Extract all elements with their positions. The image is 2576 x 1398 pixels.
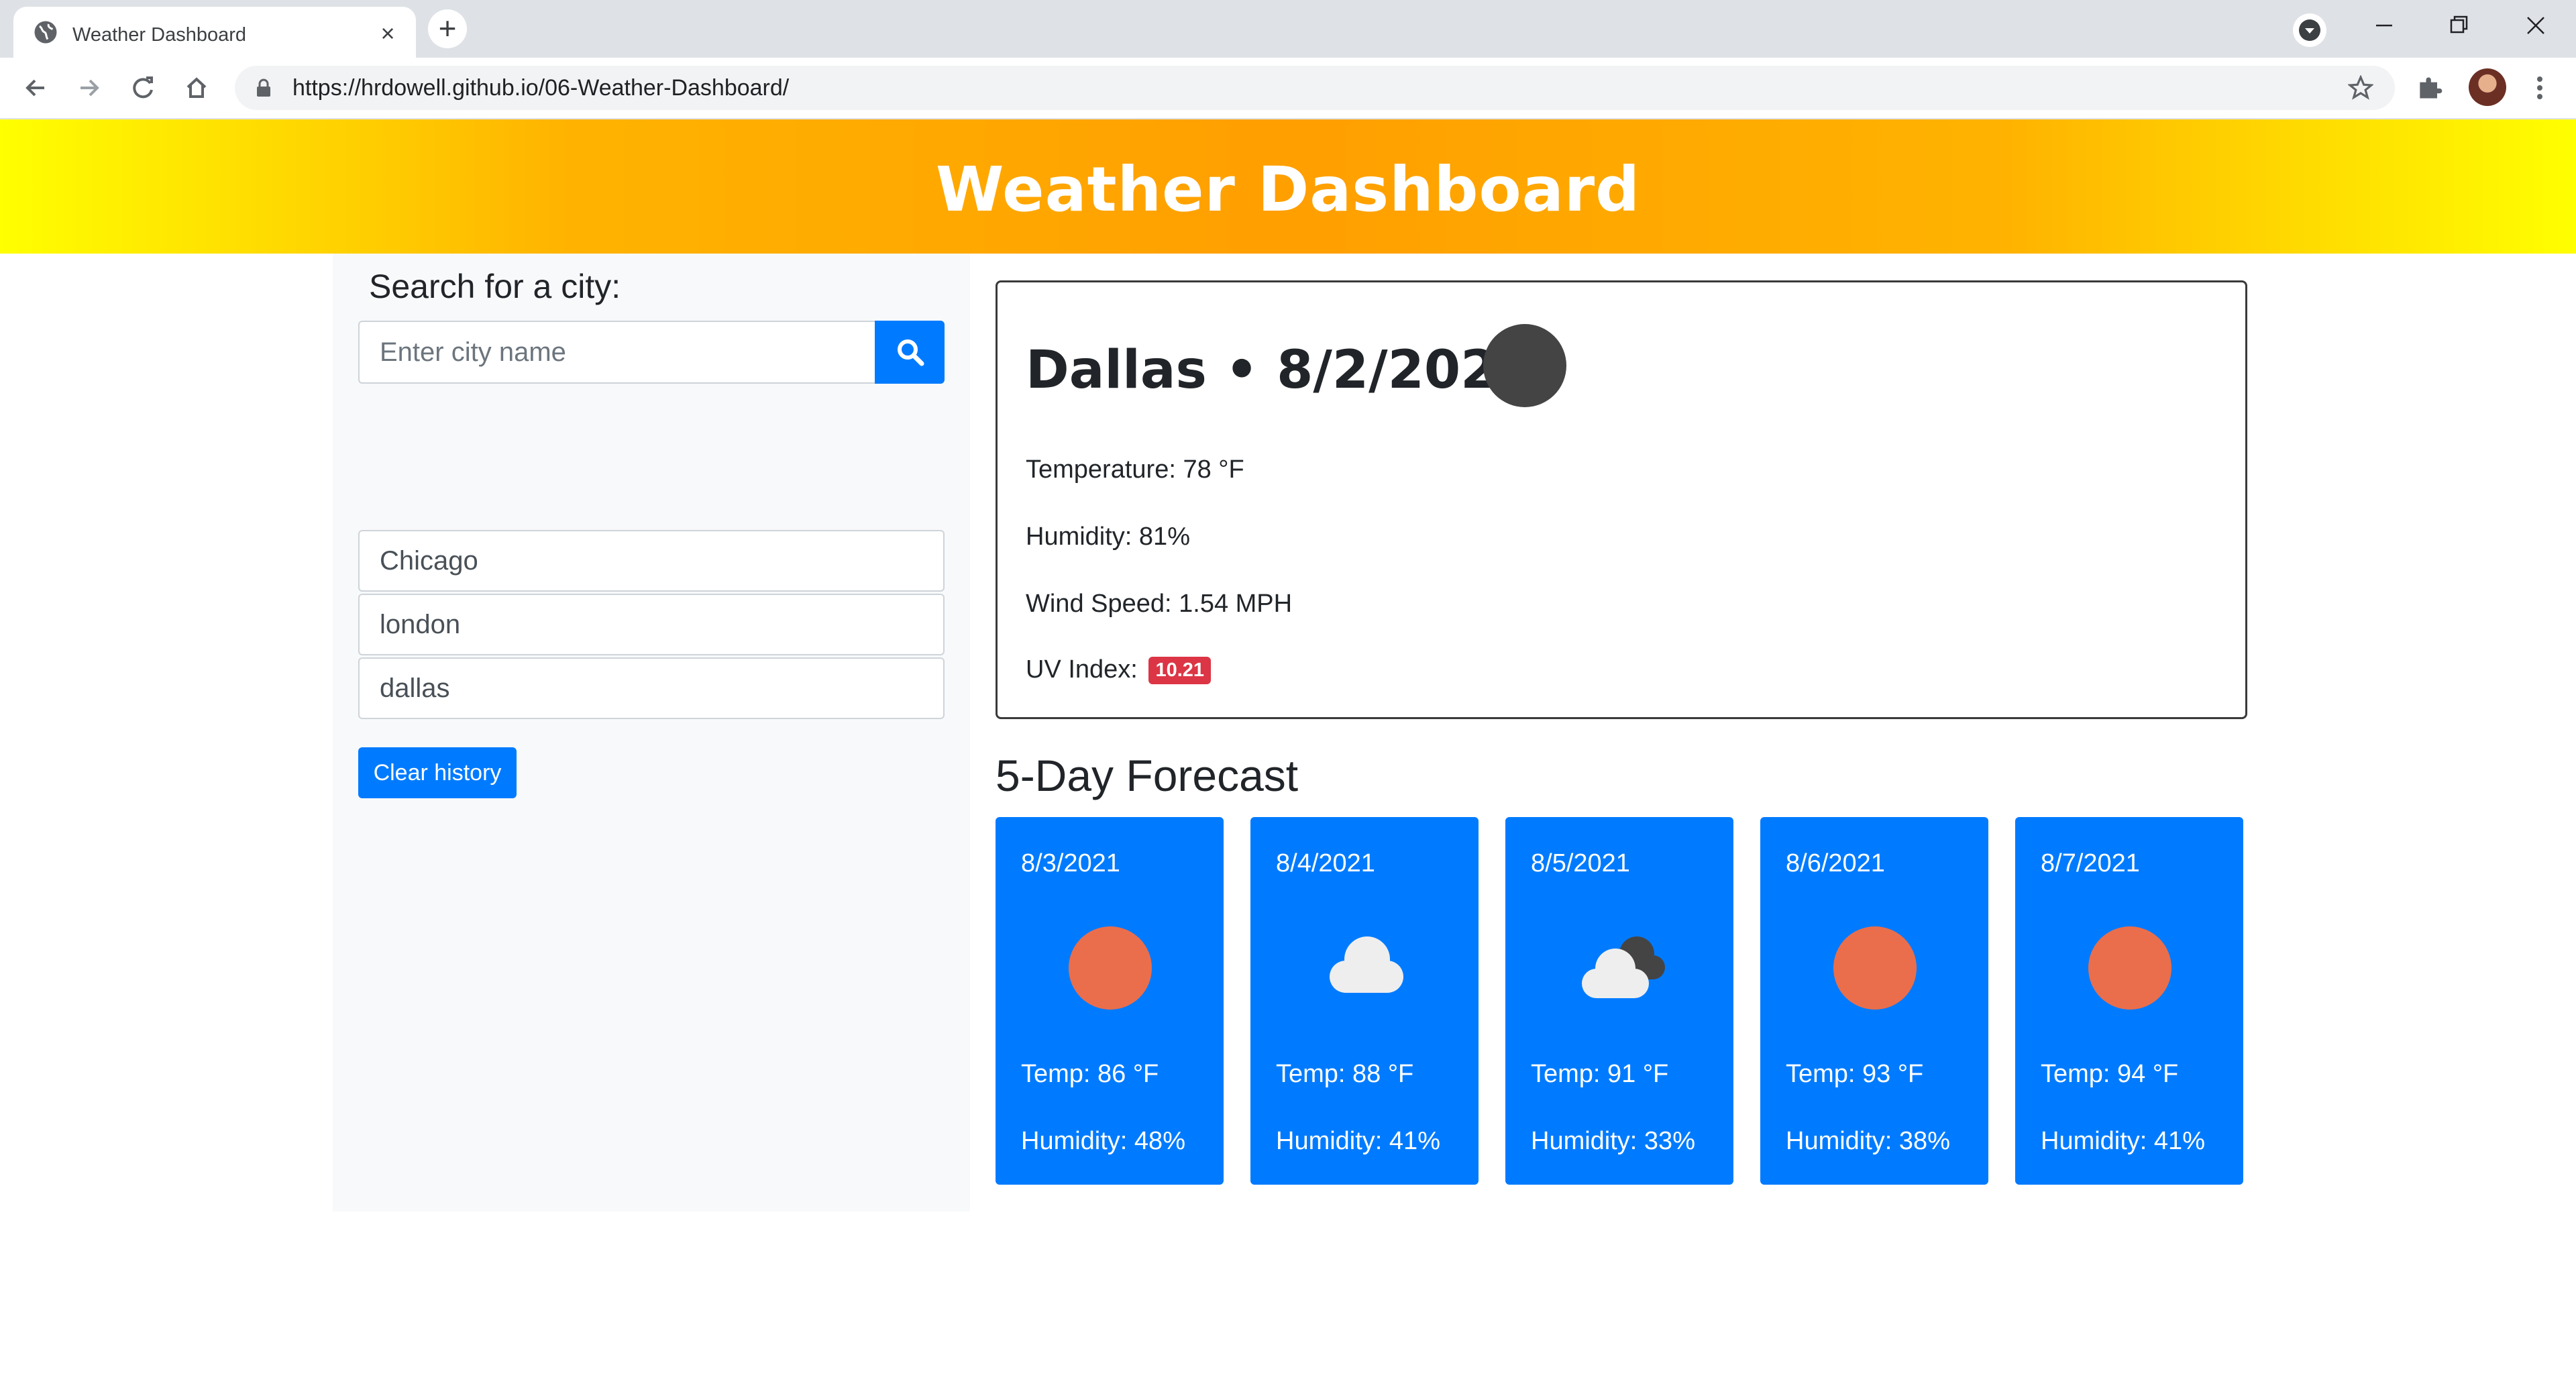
clouds-icon: [1582, 936, 1665, 998]
forecast-temp: Temp: 93 °F: [1786, 1060, 1924, 1088]
browser-titlebar: Weather Dashboard × +: [0, 0, 2576, 58]
sun-icon: [2088, 926, 2171, 1010]
forecast-date: 8/6/2021: [1786, 849, 1885, 877]
home-icon[interactable]: [180, 71, 213, 105]
tab-search-button[interactable]: [2293, 13, 2326, 47]
page-title: Weather Dashboard: [935, 154, 1641, 225]
lock-icon[interactable]: [255, 78, 272, 98]
cloud-icon: [1330, 936, 1403, 993]
tab-close-icon[interactable]: ×: [376, 21, 400, 46]
search-sidebar: Search for a city: Chicago london dallas…: [333, 254, 970, 1212]
forecast-humidity: Humidity: 38%: [1786, 1127, 1950, 1155]
city-search-input[interactable]: [358, 321, 876, 384]
sun-icon: [1833, 926, 1917, 1010]
current-humidity: Humidity: 81%: [1026, 523, 1190, 551]
forecast-humidity: Humidity: 33%: [1531, 1127, 1695, 1155]
url-text[interactable]: https://hrdowell.github.io/06-Weather-Da…: [292, 66, 789, 110]
search-button[interactable]: [875, 321, 945, 384]
restore-icon: [2450, 15, 2468, 34]
bookmark-star-icon[interactable]: [2348, 75, 2373, 101]
heading-separator: •: [1225, 340, 1258, 400]
forecast-card: 8/6/2021 Temp: 93 °F Humidity: 38%: [1760, 817, 1988, 1185]
sun-icon: [1069, 926, 1152, 1010]
forecast-date: 8/5/2021: [1531, 849, 1630, 877]
profile-avatar[interactable]: [2469, 68, 2506, 106]
forecast-date: 8/7/2021: [2041, 849, 2140, 877]
forecast-date: 8/4/2021: [1276, 849, 1375, 877]
history-item-london[interactable]: london: [358, 594, 945, 655]
forecast-card: 8/4/2021 Temp: 88 °F Humidity: 41%: [1250, 817, 1479, 1185]
history-item-dallas[interactable]: dallas: [358, 657, 945, 719]
restore-button[interactable]: [2422, 0, 2496, 51]
forecast-card: 8/5/2021 Temp: 91 °F Humidity: 33%: [1505, 817, 1733, 1185]
chevron-down-icon: [2299, 19, 2320, 41]
new-tab-button[interactable]: +: [428, 9, 467, 48]
forecast-temp: Temp: 88 °F: [1276, 1060, 1414, 1088]
forecast-humidity: Humidity: 41%: [2041, 1127, 2205, 1155]
more-menu-icon[interactable]: [2526, 71, 2553, 105]
page-content: Weather Dashboard Search for a city: Chi…: [0, 119, 2576, 1398]
history-item-chicago[interactable]: Chicago: [358, 530, 945, 592]
close-window-button[interactable]: [2500, 0, 2573, 51]
minimize-icon: [2376, 24, 2392, 27]
forecast-temp: Temp: 94 °F: [2041, 1060, 2179, 1088]
minimize-button[interactable]: [2348, 0, 2422, 51]
uv-label: UV Index:: [1026, 655, 1138, 684]
forward-arrow-icon[interactable]: [72, 71, 106, 105]
reload-icon[interactable]: [126, 71, 160, 105]
dark-moon-icon: [1483, 324, 1566, 407]
forecast-temp: Temp: 86 °F: [1021, 1060, 1159, 1088]
forecast-title: 5-Day Forecast: [996, 751, 1299, 800]
search-icon: [898, 339, 924, 366]
extensions-puzzle-icon[interactable]: [2415, 72, 2445, 102]
current-temperature: Temperature: 78 °F: [1026, 455, 1244, 484]
current-wind-speed: Wind Speed: 1.54 MPH: [1026, 590, 1293, 618]
forecast-humidity: Humidity: 48%: [1021, 1127, 1185, 1155]
globe-icon: [34, 21, 57, 44]
search-label: Search for a city:: [369, 268, 621, 305]
tab-title: Weather Dashboard: [72, 24, 247, 46]
current-weather-card: Dallas • 8/2/2021 Temperature: 78 °F Hum…: [996, 280, 2247, 719]
uv-badge: 10.21: [1148, 657, 1212, 685]
forecast-card: 8/7/2021 Temp: 94 °F Humidity: 41%: [2015, 817, 2243, 1185]
forecast-temp: Temp: 91 °F: [1531, 1060, 1669, 1088]
forecast-date: 8/3/2021: [1021, 849, 1120, 877]
current-uv-index: UV Index: 10.21: [1026, 655, 1212, 685]
browser-toolbar: https://hrdowell.github.io/06-Weather-Da…: [0, 58, 2576, 119]
current-heading: Dallas • 8/2/2021: [1026, 340, 1534, 400]
address-bar[interactable]: https://hrdowell.github.io/06-Weather-Da…: [235, 66, 2395, 110]
clear-history-button[interactable]: Clear history: [358, 747, 517, 798]
back-arrow-icon[interactable]: [19, 71, 52, 105]
forecast-card: 8/3/2021 Temp: 86 °F Humidity: 48%: [996, 817, 1224, 1185]
close-icon: [2527, 17, 2544, 34]
header-banner: Weather Dashboard: [0, 119, 2576, 254]
current-city: Dallas: [1026, 340, 1207, 400]
forecast-humidity: Humidity: 41%: [1276, 1127, 1440, 1155]
browser-tab[interactable]: Weather Dashboard ×: [13, 7, 416, 58]
